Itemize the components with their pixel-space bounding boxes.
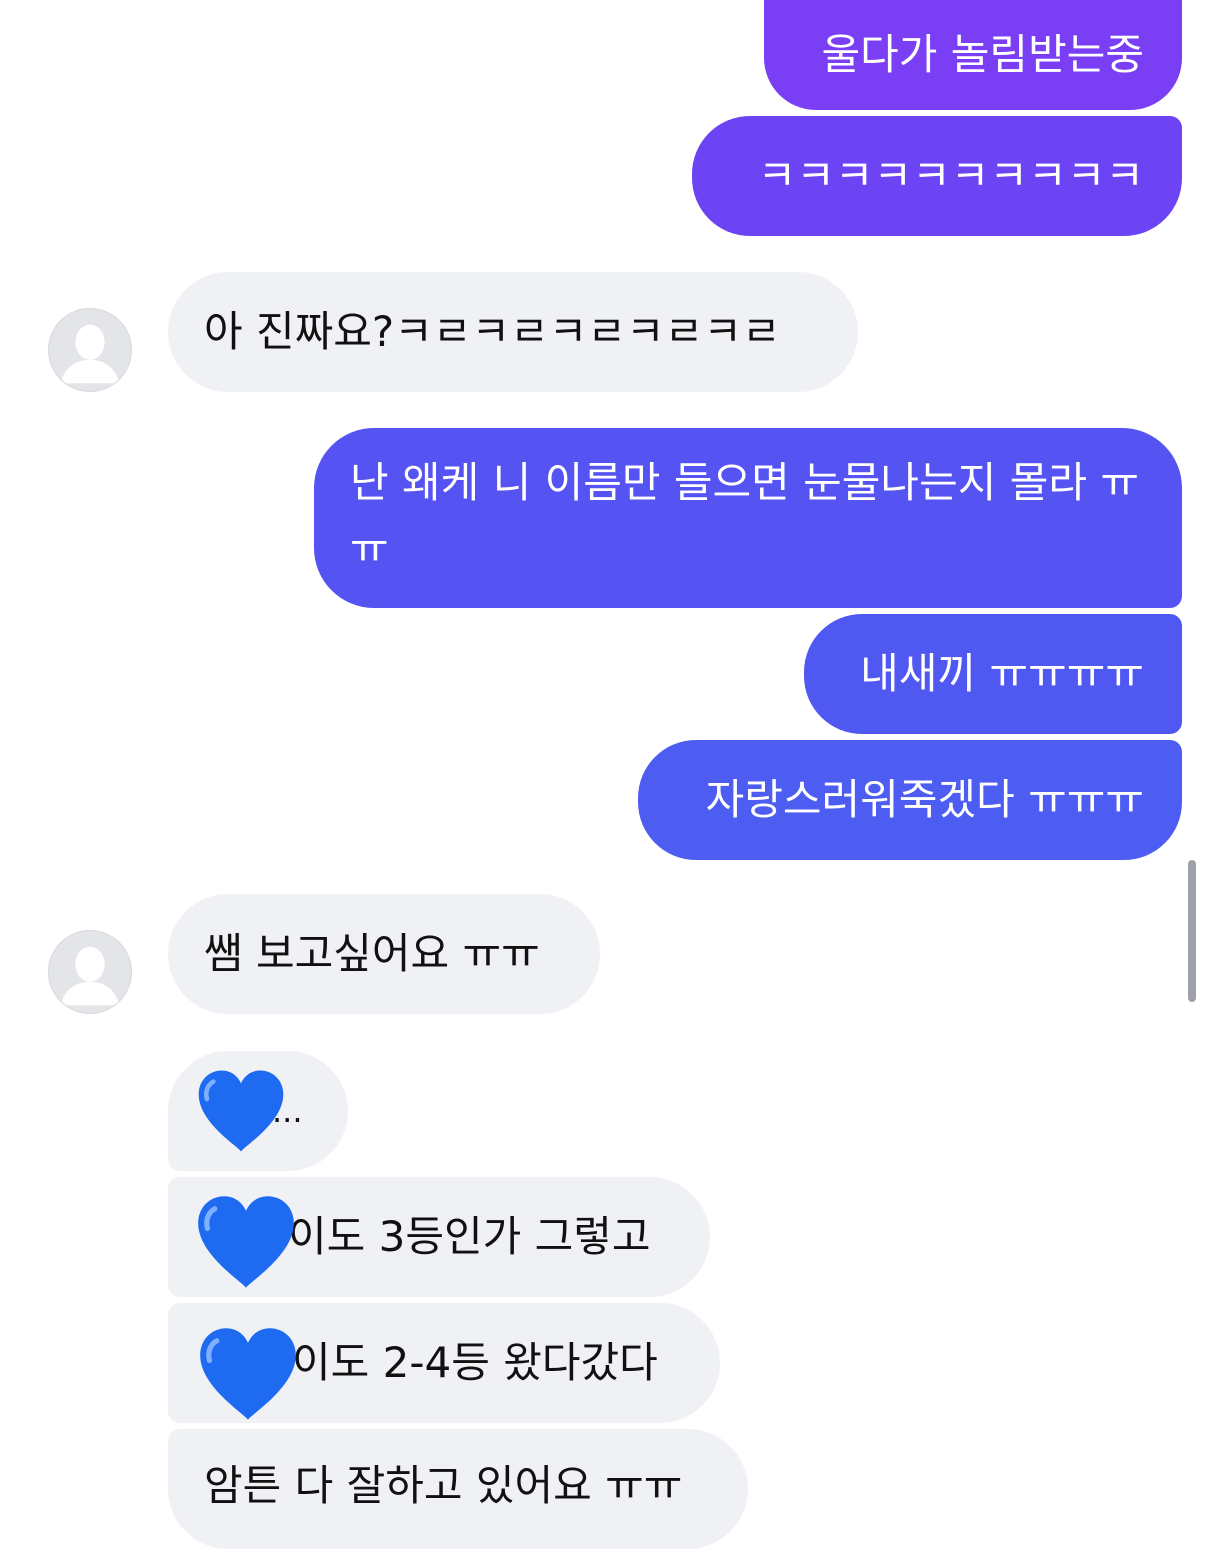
message-text: 울다가 놀림받는중 [821,30,1144,79]
incoming-message-bubble[interactable]: 아 진짜요?ㅋㄹㅋㄹㅋㄹㅋㄹㅋㄹ [168,272,858,392]
avatar[interactable] [48,930,132,1014]
outgoing-message-bubble[interactable]: 난 왜케 니 이름만 들으면 눈물나는지 몰라 ㅠㅠ [314,428,1182,608]
message-text: ㅋㅋㅋㅋㅋㅋㅋㅋㅋㅋ [757,151,1144,200]
message-text: 난 왜케 니 이름만 들으면 눈물나는지 몰라 ㅠㅠ [350,458,1139,573]
outgoing-message-bubble[interactable]: 내새끼 ㅠㅠㅠㅠ [804,614,1182,734]
avatar[interactable] [48,308,132,392]
default-person-icon [49,309,131,391]
incoming-message-bubble[interactable]: 암튼 다 잘하고 있어요 ㅠㅠ [168,1429,748,1549]
message-text: 쌤 보고싶어요 ㅠㅠ [204,929,540,978]
outgoing-message-bubble[interactable]: ㅋㅋㅋㅋㅋㅋㅋㅋㅋㅋ [692,116,1182,236]
incoming-message-bubble[interactable]: 쌤 보고싶어요 ㅠㅠ [168,894,600,1014]
scrollbar[interactable] [1188,860,1196,1002]
message-text: 자랑스러워죽겠다 ㅠㅠㅠ [705,775,1144,824]
message-text: 이도 3등인가 그렇고 [288,1212,651,1261]
blue-heart-icon [200,1328,296,1420]
blue-heart-icon [198,1196,294,1288]
message-text: 암튼 다 잘하고 있어요 ㅠㅠ [204,1461,683,1510]
message-text: 이도 2-4등 왔다갔다 [292,1338,658,1387]
chat-thread: 울다가 놀림받는중 ㅋㅋㅋㅋㅋㅋㅋㅋㅋㅋ 아 진짜요?ㅋㄹㅋㄹㅋㄹㅋㄹㅋㄹ 난 … [0,0,1206,1549]
default-person-icon [49,931,131,1013]
blue-heart-icon [198,1070,284,1152]
message-text: 아 진짜요?ㅋㄹㅋㄹㅋㄹㅋㄹㅋㄹ [204,307,781,356]
outgoing-message-bubble[interactable]: 자랑스러워죽겠다 ㅠㅠㅠ [638,740,1182,860]
outgoing-message-bubble[interactable]: 울다가 놀림받는중 [764,0,1182,110]
message-text: 내새끼 ㅠㅠㅠㅠ [860,649,1144,698]
